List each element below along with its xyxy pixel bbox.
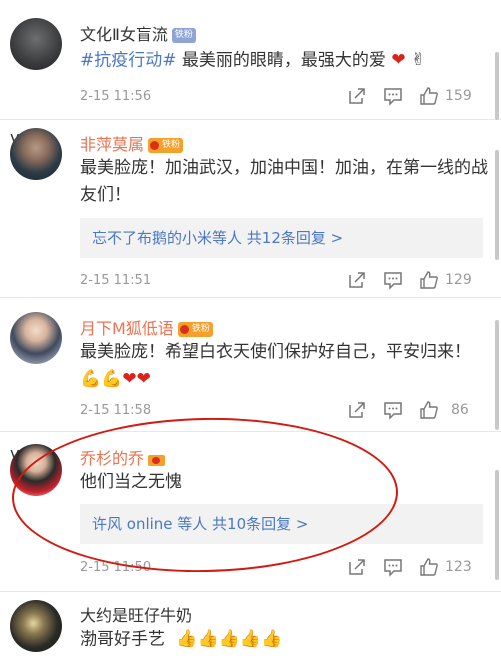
comment-text: 渤哥好手艺 👍👍👍👍👍 [80, 626, 490, 654]
username[interactable]: 大约是旺仔牛奶 [80, 602, 192, 626]
scrollbar[interactable] [495, 320, 499, 430]
like-count: 86 [451, 402, 469, 418]
comment-icon[interactable] [383, 400, 403, 420]
timestamp: 2-15 11:58 [80, 403, 152, 418]
comment-item: 月下M狐低语 铁粉 最美脸庞！希望白衣天使们保护好自己，平安归来！ 💪💪❤❤ 2-… [0, 298, 501, 430]
share-icon[interactable] [347, 86, 367, 106]
comment-icon[interactable] [383, 557, 403, 577]
avatar[interactable]: v [10, 444, 68, 502]
comment-body: 最美丽的眼睛，最强大的爱 [176, 50, 386, 71]
like-count: 159 [445, 88, 472, 104]
thumbs-up-emoji-icon: 👍 [176, 629, 198, 649]
thumbs-up-emoji-icon: 👍 [239, 629, 262, 649]
username[interactable]: 非萍莫属 铁粉 [80, 131, 184, 155]
replies-link[interactable]: 忘不了布鹅的小米等人 共12条回复 > [80, 218, 483, 258]
username-text: 非萍莫属 [80, 135, 145, 154]
timestamp: 2-15 11:50 [80, 560, 152, 575]
replies-link[interactable]: 许风 online 等人 共10条回复 > [80, 504, 483, 544]
comment-icon[interactable] [383, 86, 403, 106]
like-count: 123 [445, 559, 472, 575]
thumbs-up-emoji-icon: 👍 [218, 629, 240, 649]
heart-emoji-icon: ❤ [136, 369, 151, 389]
flexed-biceps-emoji-icon: 💪 [80, 369, 102, 389]
comment-icon[interactable] [383, 270, 403, 290]
avatar[interactable] [10, 312, 68, 370]
thumbs-up-emoji-icon: 👍 [261, 629, 283, 649]
comment-text: 最美脸庞！希望白衣天使们保护好自己，平安归来！ 💪💪❤❤ [80, 339, 490, 394]
thumbs-up-icon[interactable] [419, 557, 439, 577]
share-icon[interactable] [347, 557, 367, 577]
fan-badge: 铁粉 [148, 138, 184, 153]
comment-body: 渤哥好手艺 [80, 629, 165, 650]
scrollbar[interactable] [495, 470, 499, 580]
comment-text: #抗疫行动# 最美丽的眼睛，最强大的爱 ❤ ✌ [80, 47, 490, 75]
comment-item: v 乔杉的乔 他们当之无愧 许风 online 等人 共10条回复 > 2-15… [0, 432, 501, 590]
comment-item: 文化Ⅱ女盲流 铁粉 #抗疫行动# 最美丽的眼睛，最强大的爱 ❤ ✌ 2-15 11… [0, 0, 501, 118]
fan-badge: 铁粉 [177, 322, 213, 337]
comment-item: 大约是旺仔牛奶 渤哥好手艺 👍👍👍👍👍 [0, 592, 501, 669]
crown-badge-icon [148, 452, 166, 467]
thumbs-up-icon[interactable] [419, 400, 439, 420]
username-text: 乔杉的乔 [80, 449, 145, 468]
avatar[interactable] [10, 18, 68, 76]
thumbs-up-icon[interactable] [419, 270, 439, 290]
comment-text: 他们当之无愧 [80, 472, 182, 492]
victory-hand-emoji-icon: ✌ [410, 50, 426, 70]
username-text: 文化Ⅱ女盲流 [80, 25, 168, 44]
thumbs-up-icon[interactable] [419, 86, 439, 106]
share-icon[interactable] [347, 270, 367, 290]
username-text: 月下M狐低语 [80, 319, 174, 338]
heart-emoji-icon: ❤ [122, 369, 137, 389]
scrollbar[interactable] [495, 150, 499, 260]
thumbs-up-emoji-icon: 👍 [197, 629, 219, 649]
avatar[interactable]: v [10, 128, 68, 186]
username[interactable]: 月下M狐低语 铁粉 [80, 315, 213, 339]
username[interactable]: 乔杉的乔 [80, 445, 166, 469]
comment-item: v 非萍莫属铁粉 最美脸庞！加油武汉，加油中国！加油，在第一线的战友们！ 忘不了… [0, 120, 501, 296]
timestamp: 2-15 11:56 [80, 89, 152, 104]
like-count: 129 [445, 272, 472, 288]
timestamp: 2-15 11:51 [80, 273, 152, 288]
avatar[interactable] [10, 600, 68, 658]
flexed-biceps-emoji-icon: 💪 [101, 369, 123, 389]
username[interactable]: 文化Ⅱ女盲流 铁粉 [80, 21, 196, 45]
comment-body: 最美脸庞！希望白衣天使们保护好自己，平安归来！ [80, 342, 471, 362]
scrollbar[interactable] [495, 52, 499, 120]
fan-badge: 铁粉 [171, 28, 196, 43]
share-icon[interactable] [347, 400, 367, 420]
heart-emoji-icon: ❤ [391, 50, 406, 70]
topic-link[interactable]: #抗疫行动# [80, 51, 177, 71]
comment-text: 最美脸庞！加油武汉，加油中国！加油，在第一线的战友们！ [80, 158, 488, 205]
